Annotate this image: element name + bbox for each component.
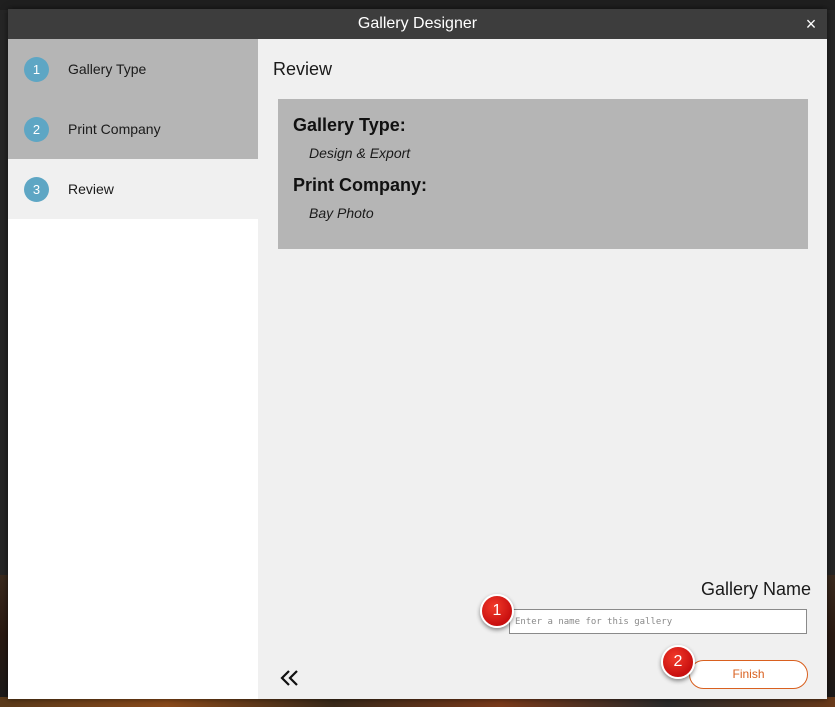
step-number-badge: 3 bbox=[24, 177, 49, 202]
annotation-marker-1: 1 bbox=[480, 594, 514, 628]
step-label: Print Company bbox=[68, 121, 161, 137]
print-company-heading: Print Company: bbox=[293, 175, 428, 195]
dialog-title: Gallery Designer bbox=[357, 15, 478, 32]
review-panel: Review Gallery Type: Design & Export Pri… bbox=[258, 39, 827, 699]
gallery-name-label: Gallery Name bbox=[700, 579, 811, 599]
step-number-badge: 2 bbox=[24, 117, 49, 142]
close-icon[interactable]: × bbox=[801, 14, 821, 34]
step-label: Review bbox=[68, 181, 114, 197]
gallery-designer-dialog: Gallery Designer × 1 Gallery Type 2 Prin… bbox=[8, 9, 827, 699]
dialog-titlebar: Gallery Designer × bbox=[8, 9, 827, 39]
step-review[interactable]: 3 Review bbox=[8, 159, 258, 219]
review-summary-box: Gallery Type: Design & Export Print Comp… bbox=[278, 99, 808, 249]
gallery-type-heading: Gallery Type: bbox=[293, 115, 406, 135]
print-company-value: Bay Photo bbox=[309, 205, 374, 221]
gallery-name-input[interactable] bbox=[509, 609, 807, 634]
finish-button[interactable]: Finish bbox=[689, 660, 808, 689]
double-chevron-left-icon[interactable] bbox=[278, 666, 302, 690]
gallery-type-value: Design & Export bbox=[309, 145, 411, 161]
wizard-steps-sidebar: 1 Gallery Type 2 Print Company 3 Review bbox=[8, 39, 258, 699]
step-print-company[interactable]: 2 Print Company bbox=[8, 99, 258, 159]
step-gallery-type[interactable]: 1 Gallery Type bbox=[8, 39, 258, 99]
step-number-badge: 1 bbox=[24, 57, 49, 82]
page-title: Review bbox=[273, 59, 333, 79]
step-label: Gallery Type bbox=[68, 61, 147, 77]
annotation-marker-2: 2 bbox=[661, 645, 695, 679]
